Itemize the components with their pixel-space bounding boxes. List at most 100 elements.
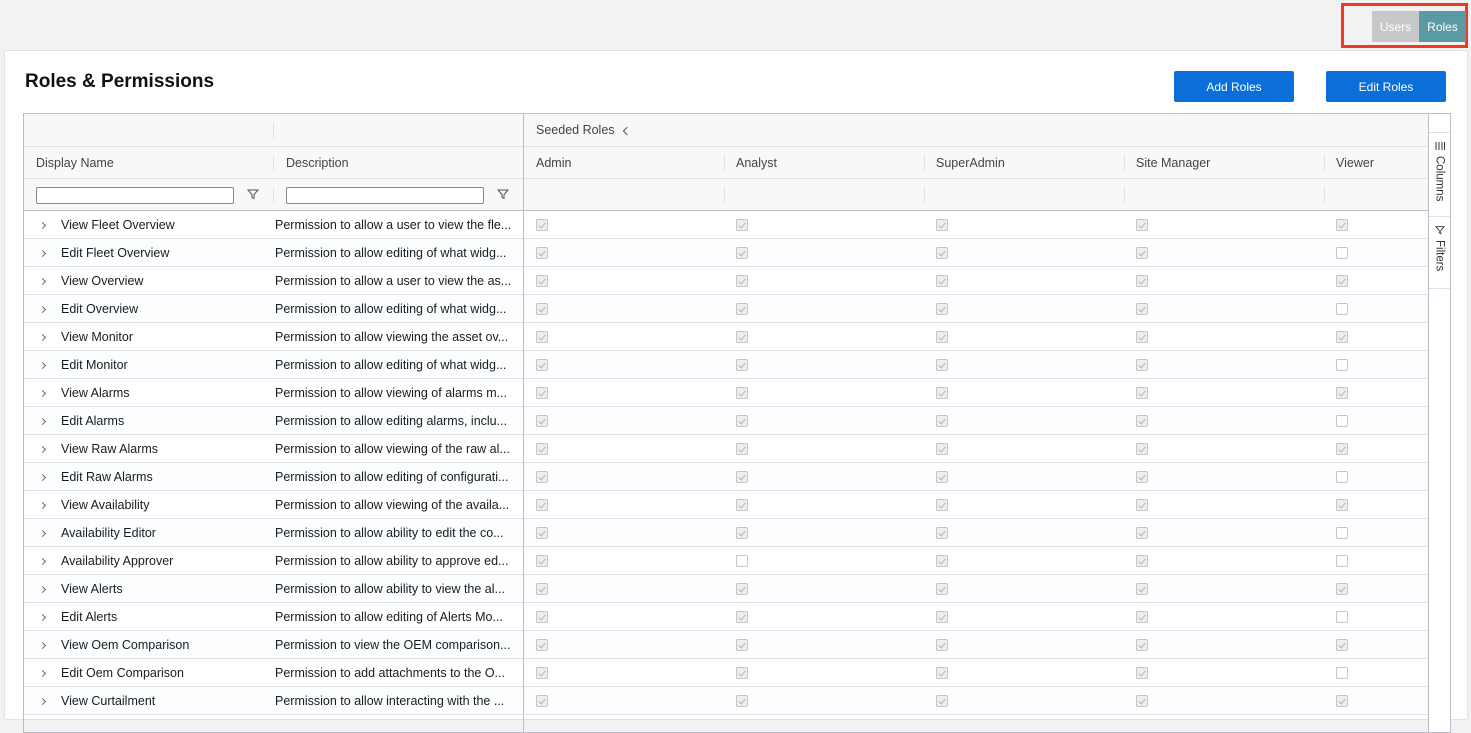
viewer-checkbox[interactable] xyxy=(1336,219,1348,231)
superadmin-checkbox[interactable] xyxy=(936,275,948,287)
admin-checkbox[interactable] xyxy=(536,583,548,595)
filters-panel-button[interactable]: Filters xyxy=(1429,217,1450,289)
superadmin-checkbox[interactable] xyxy=(936,611,948,623)
viewer-checkbox[interactable] xyxy=(1336,527,1348,539)
expand-row-icon[interactable] xyxy=(38,361,47,369)
edit-roles-button[interactable]: Edit Roles xyxy=(1326,71,1446,102)
analyst-checkbox[interactable] xyxy=(736,695,748,707)
expand-row-icon[interactable] xyxy=(38,445,47,453)
superadmin-checkbox[interactable] xyxy=(936,247,948,259)
expand-row-icon[interactable] xyxy=(38,501,47,509)
expand-row-icon[interactable] xyxy=(38,417,47,425)
expand-row-icon[interactable] xyxy=(38,473,47,481)
site-manager-checkbox[interactable] xyxy=(1136,303,1148,315)
admin-checkbox[interactable] xyxy=(536,667,548,679)
col-description[interactable]: Description xyxy=(274,147,349,178)
admin-checkbox[interactable] xyxy=(536,471,548,483)
expand-row-icon[interactable] xyxy=(38,277,47,285)
admin-checkbox[interactable] xyxy=(536,387,548,399)
superadmin-checkbox[interactable] xyxy=(936,331,948,343)
viewer-checkbox[interactable] xyxy=(1336,303,1348,315)
site-manager-checkbox[interactable] xyxy=(1136,359,1148,371)
analyst-checkbox[interactable] xyxy=(736,527,748,539)
admin-checkbox[interactable] xyxy=(536,303,548,315)
superadmin-checkbox[interactable] xyxy=(936,667,948,679)
add-roles-button[interactable]: Add Roles xyxy=(1174,71,1294,102)
site-manager-checkbox[interactable] xyxy=(1136,331,1148,343)
admin-checkbox[interactable] xyxy=(536,359,548,371)
analyst-checkbox[interactable] xyxy=(736,415,748,427)
viewer-checkbox[interactable] xyxy=(1336,387,1348,399)
superadmin-checkbox[interactable] xyxy=(936,443,948,455)
roles-tab[interactable]: Roles xyxy=(1419,11,1466,42)
site-manager-checkbox[interactable] xyxy=(1136,667,1148,679)
superadmin-checkbox[interactable] xyxy=(936,359,948,371)
filter-icon[interactable] xyxy=(497,188,509,200)
site-manager-checkbox[interactable] xyxy=(1136,471,1148,483)
filter-icon[interactable] xyxy=(247,188,259,200)
superadmin-checkbox[interactable] xyxy=(936,583,948,595)
viewer-checkbox[interactable] xyxy=(1336,359,1348,371)
expand-row-icon[interactable] xyxy=(38,333,47,341)
superadmin-checkbox[interactable] xyxy=(936,471,948,483)
analyst-checkbox[interactable] xyxy=(736,359,748,371)
table-row[interactable]: Edit Raw Alarms Permission to allow editi… xyxy=(24,463,1429,491)
expand-row-icon[interactable] xyxy=(38,221,47,229)
site-manager-checkbox[interactable] xyxy=(1136,443,1148,455)
viewer-checkbox[interactable] xyxy=(1336,695,1348,707)
site-manager-checkbox[interactable] xyxy=(1136,639,1148,651)
expand-row-icon[interactable] xyxy=(38,641,47,649)
admin-checkbox[interactable] xyxy=(536,275,548,287)
table-row[interactable]: Edit Alerts Permission to allow editing o… xyxy=(24,603,1429,631)
table-row[interactable]: Availability Approver Permission to allow… xyxy=(24,547,1429,575)
superadmin-checkbox[interactable] xyxy=(936,527,948,539)
site-manager-checkbox[interactable] xyxy=(1136,499,1148,511)
admin-checkbox[interactable] xyxy=(536,499,548,511)
table-row[interactable]: Edit Alarms Permission to allow editing a… xyxy=(24,407,1429,435)
expand-row-icon[interactable] xyxy=(38,249,47,257)
analyst-checkbox[interactable] xyxy=(736,611,748,623)
admin-checkbox[interactable] xyxy=(536,639,548,651)
viewer-checkbox[interactable] xyxy=(1336,667,1348,679)
site-manager-checkbox[interactable] xyxy=(1136,555,1148,567)
site-manager-checkbox[interactable] xyxy=(1136,527,1148,539)
description-filter-input[interactable] xyxy=(286,187,484,204)
admin-checkbox[interactable] xyxy=(536,247,548,259)
admin-checkbox[interactable] xyxy=(536,443,548,455)
viewer-checkbox[interactable] xyxy=(1336,499,1348,511)
col-analyst[interactable]: Analyst xyxy=(724,147,777,178)
analyst-checkbox[interactable] xyxy=(736,639,748,651)
table-row[interactable]: Edit Overview Permission to allow editing… xyxy=(24,295,1429,323)
admin-checkbox[interactable] xyxy=(536,527,548,539)
analyst-checkbox[interactable] xyxy=(736,275,748,287)
admin-checkbox[interactable] xyxy=(536,415,548,427)
site-manager-checkbox[interactable] xyxy=(1136,219,1148,231)
site-manager-checkbox[interactable] xyxy=(1136,415,1148,427)
analyst-checkbox[interactable] xyxy=(736,331,748,343)
viewer-checkbox[interactable] xyxy=(1336,415,1348,427)
table-row[interactable]: View Oem Comparison Permission to view th… xyxy=(24,631,1429,659)
analyst-checkbox[interactable] xyxy=(736,247,748,259)
columns-panel-button[interactable]: Columns xyxy=(1429,133,1450,217)
viewer-checkbox[interactable] xyxy=(1336,555,1348,567)
viewer-checkbox[interactable] xyxy=(1336,639,1348,651)
site-manager-checkbox[interactable] xyxy=(1136,387,1148,399)
superadmin-checkbox[interactable] xyxy=(936,639,948,651)
table-row[interactable]: Edit Fleet Overview Permission to allow e… xyxy=(24,239,1429,267)
expand-row-icon[interactable] xyxy=(38,529,47,537)
col-site-manager[interactable]: Site Manager xyxy=(1124,147,1210,178)
superadmin-checkbox[interactable] xyxy=(936,555,948,567)
site-manager-checkbox[interactable] xyxy=(1136,695,1148,707)
expand-row-icon[interactable] xyxy=(38,669,47,677)
expand-row-icon[interactable] xyxy=(38,389,47,397)
viewer-checkbox[interactable] xyxy=(1336,611,1348,623)
seeded-roles-group-header[interactable]: Seeded Roles xyxy=(524,114,631,146)
admin-checkbox[interactable] xyxy=(536,219,548,231)
expand-row-icon[interactable] xyxy=(38,305,47,313)
viewer-checkbox[interactable] xyxy=(1336,583,1348,595)
superadmin-checkbox[interactable] xyxy=(936,303,948,315)
superadmin-checkbox[interactable] xyxy=(936,387,948,399)
analyst-checkbox[interactable] xyxy=(736,471,748,483)
analyst-checkbox[interactable] xyxy=(736,443,748,455)
viewer-checkbox[interactable] xyxy=(1336,443,1348,455)
